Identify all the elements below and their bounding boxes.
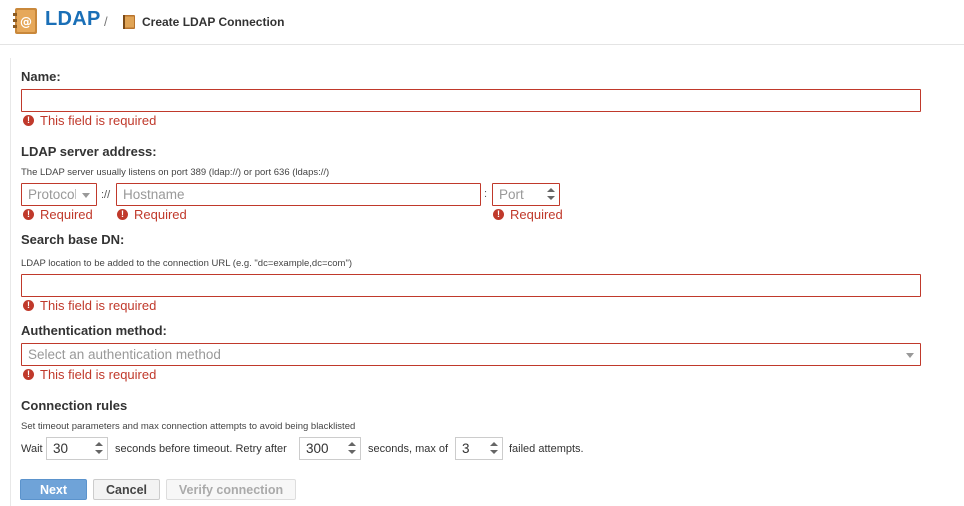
port-placeholder: Port xyxy=(499,187,524,202)
page-header: @ LDAP / Create LDAP Connection xyxy=(0,0,964,45)
app-title[interactable]: LDAP xyxy=(45,8,101,31)
scheme-separator: :// xyxy=(101,189,111,201)
auth-method-error: ! This field is required xyxy=(23,367,156,382)
page-title: Create LDAP Connection xyxy=(142,15,285,29)
exclamation-circle-icon: ! xyxy=(23,115,34,126)
server-address-label: LDAP server address: xyxy=(21,144,157,159)
protocol-placeholder: Protocol xyxy=(28,187,76,202)
book-icon xyxy=(123,15,135,29)
breadcrumb-separator: / xyxy=(104,14,108,29)
auth-method-label: Authentication method: xyxy=(21,323,167,338)
svg-text:@: @ xyxy=(20,15,32,29)
name-error: ! This field is required xyxy=(23,113,156,128)
base-dn-label: Search base DN: xyxy=(21,232,125,247)
chevron-down-icon xyxy=(906,353,914,358)
attempts-input[interactable]: 3 xyxy=(455,437,503,460)
connection-rules-label: Connection rules xyxy=(21,398,128,413)
retry-input[interactable]: 300 xyxy=(299,437,361,460)
base-dn-hint: LDAP location to be added to the connect… xyxy=(21,258,352,269)
timeout-value: 30 xyxy=(53,441,69,456)
auth-method-error-text: This field is required xyxy=(40,367,157,382)
base-dn-error-text: This field is required xyxy=(40,298,157,313)
exclamation-circle-icon: ! xyxy=(23,300,34,311)
retry-value: 300 xyxy=(306,441,329,456)
base-dn-error: ! This field is required xyxy=(23,298,156,313)
attempts-value: 3 xyxy=(462,441,470,456)
auth-method-placeholder: Select an authentication method xyxy=(28,347,221,362)
auth-method-select[interactable]: Select an authentication method xyxy=(21,343,921,366)
content-divider xyxy=(10,58,11,506)
port-separator: : xyxy=(484,188,488,200)
exclamation-circle-icon: ! xyxy=(23,209,34,220)
protocol-select[interactable]: Protocol xyxy=(21,183,97,206)
hostname-error: ! Required xyxy=(117,207,187,222)
hostname-input[interactable]: Hostname xyxy=(116,183,481,206)
timeout-stepper[interactable] xyxy=(95,441,103,456)
port-stepper[interactable] xyxy=(547,187,555,202)
cancel-button[interactable]: Cancel xyxy=(93,479,160,500)
name-input[interactable] xyxy=(21,89,921,112)
next-button[interactable]: Next xyxy=(20,479,87,500)
exclamation-circle-icon: ! xyxy=(23,369,34,380)
address-book-icon: @ xyxy=(13,8,37,34)
port-input[interactable]: Port xyxy=(492,183,560,206)
exclamation-circle-icon: ! xyxy=(117,209,128,220)
name-label: Name: xyxy=(21,69,61,84)
attempts-suffix: failed attempts. xyxy=(509,443,584,455)
hostname-placeholder: Hostname xyxy=(123,187,185,202)
connection-rules-hint: Set timeout parameters and max connectio… xyxy=(21,421,356,432)
retry-suffix: seconds, max of xyxy=(368,443,449,455)
server-address-hint: The LDAP server usually listens on port … xyxy=(21,167,330,178)
base-dn-input[interactable] xyxy=(21,274,921,297)
wait-label: Wait xyxy=(21,443,43,455)
hostname-error-text: Required xyxy=(134,207,187,222)
protocol-error: ! Required xyxy=(23,207,93,222)
port-error: ! Required xyxy=(493,207,563,222)
verify-connection-button[interactable]: Verify connection xyxy=(166,479,296,500)
exclamation-circle-icon: ! xyxy=(493,209,504,220)
protocol-error-text: Required xyxy=(40,207,93,222)
timeout-suffix: seconds before timeout. Retry after xyxy=(115,443,287,455)
retry-stepper[interactable] xyxy=(348,441,356,456)
timeout-input[interactable]: 30 xyxy=(46,437,108,460)
name-error-text: This field is required xyxy=(40,113,157,128)
port-error-text: Required xyxy=(510,207,563,222)
chevron-down-icon xyxy=(82,193,90,198)
attempts-stepper[interactable] xyxy=(490,441,498,456)
